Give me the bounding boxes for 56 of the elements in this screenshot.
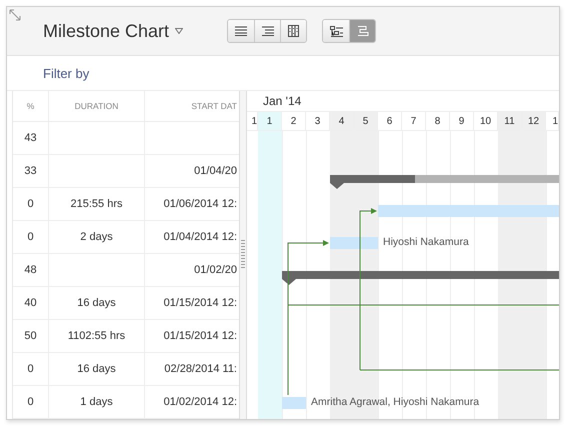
resource-label: Hiyoshi Nakamura [383,236,469,248]
percent-text: 50 [24,330,37,342]
summary-bar[interactable] [330,175,559,189]
day-label: 5 [354,112,378,130]
view-title: Milestone Chart [43,20,170,42]
percent-text: 0 [27,363,34,375]
day-label: 9 [450,112,474,130]
column-header: % [13,91,49,121]
duration-text: 16 days [77,363,116,375]
day-label: 2 [282,112,306,130]
duration-text: 2 days [80,231,113,243]
view-button[interactable] [254,20,280,42]
task-bar[interactable] [330,237,378,249]
start-date-text: 01/02/2014 12: [164,396,237,408]
list-icon [235,26,248,36]
view-button[interactable] [280,20,306,42]
column-header: START DAT [190,100,238,113]
splitter-handle[interactable] [239,91,247,419]
day-label: 6 [378,112,402,130]
caret-icon[interactable] [175,28,184,34]
summary-bar[interactable] [282,271,559,285]
percent-text: 48 [24,264,37,276]
duration-text: 16 days [77,297,116,309]
duration-text: 215:55 hrs [70,198,122,210]
start-date-text: 01/04/2014 12: [164,231,237,243]
percent-text: 33 [24,165,37,177]
start-date-text: 01/04/20 [194,165,237,177]
day-label: 12 [522,112,546,130]
percent-text: 43 [24,132,37,144]
filter-link[interactable]: Filter by [43,66,90,80]
view-button[interactable] [323,20,350,42]
resize-icon[interactable] [9,9,21,21]
start-date-text: 01/02/20 [194,264,237,276]
view-button[interactable] [228,20,254,42]
duration-text: 1 days [80,396,113,408]
day-label: 7 [402,112,426,130]
percent-text: 0 [27,198,34,210]
day-label: 4 [330,112,354,130]
percent-text: 0 [27,396,34,408]
start-date-text: 01/15/2014 12: [164,330,237,342]
day-label: 1 [546,112,559,130]
gantt-icon [356,25,369,37]
column-header: DURATION [49,91,145,121]
duration-text: 1102:55 hrs [68,330,126,342]
resource-label: Amritha Agrawal, Hiyoshi Nakamura [311,396,480,408]
day-label: 1 [258,112,282,130]
percent-text: 40 [24,297,37,309]
day-label: 11 [498,112,522,130]
indented-list-icon [262,26,274,36]
start-date-text: 01/15/2014 12: [164,297,237,309]
tree-list-icon [330,26,343,36]
columns-icon [288,25,300,37]
day-label: 8 [426,112,450,130]
start-date-text: 02/28/2014 11: [164,363,237,375]
percent-text: 0 [27,231,34,243]
start-date-text: 01/06/2014 12: [164,198,237,210]
